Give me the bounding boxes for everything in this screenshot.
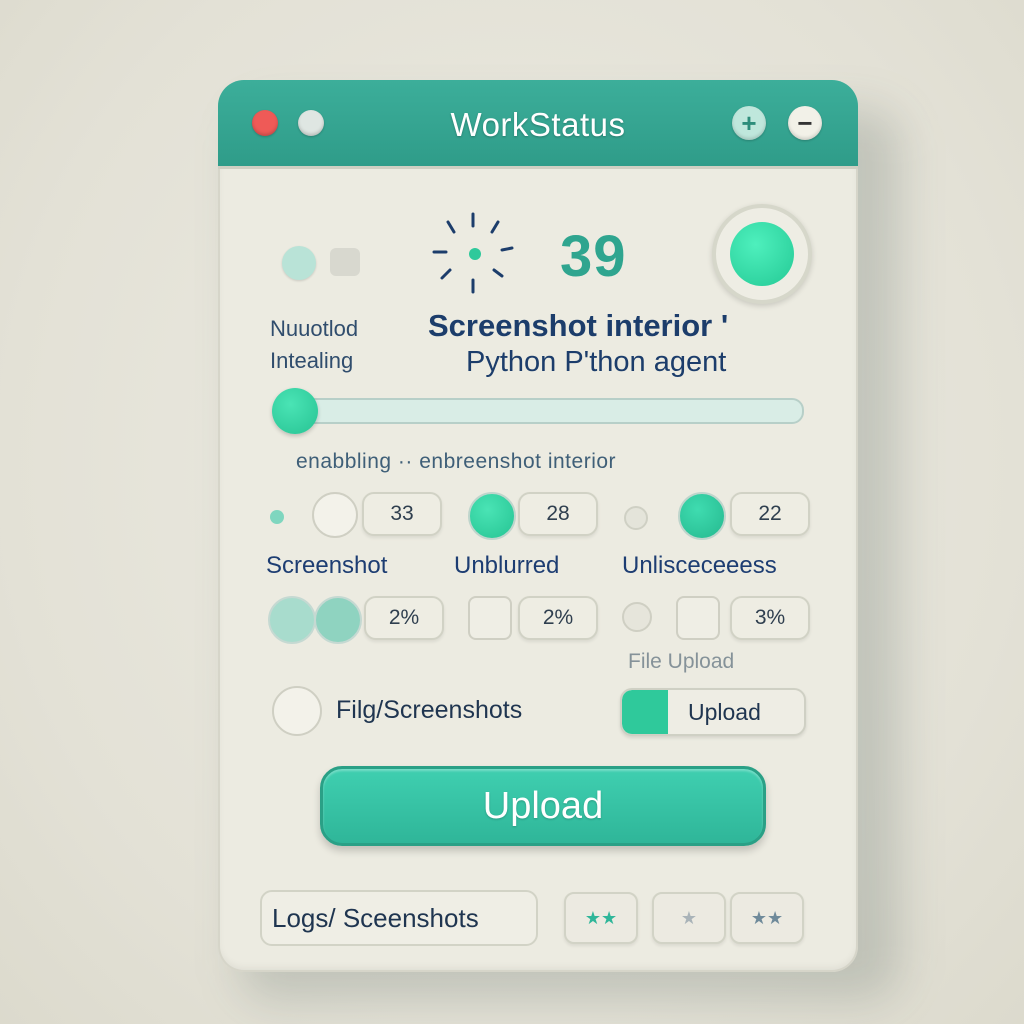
plus-icon[interactable]: +: [732, 106, 766, 140]
checkbox-2[interactable]: [676, 596, 720, 640]
toggle-circle-5[interactable]: [314, 596, 362, 644]
value-pill-5: 2%: [518, 596, 598, 640]
toggle-circle-2[interactable]: [468, 492, 516, 540]
indicator-dot-3: [622, 602, 652, 632]
upload-toggle-segment: [622, 690, 668, 734]
app-window: WorkStatus + − 39 Nuuotlod Intealing Scr…: [218, 80, 858, 972]
status-indicator-button[interactable]: [712, 204, 812, 304]
column-label-unlisc: Unlisceceeess: [622, 552, 777, 579]
value-pill-6: 3%: [730, 596, 810, 640]
value-pill-1: 33: [362, 492, 442, 536]
loading-spinner-icon: [432, 212, 514, 294]
side-label-2: Intealing: [270, 348, 354, 373]
status-subtitle: Python P'thon agent: [466, 346, 727, 378]
file-upload-label: File Upload: [628, 650, 735, 673]
status-title: Screenshot interior ': [428, 308, 729, 343]
star-button-1[interactable]: ★★: [564, 892, 638, 944]
value-pill-3: 22: [730, 492, 810, 536]
column-label-screenshot: Screenshot: [266, 552, 388, 579]
camera-icon: [330, 248, 360, 276]
title-bar: WorkStatus + −: [218, 80, 858, 169]
upload-toggle-label: Upload: [688, 699, 761, 725]
star-button-3[interactable]: ★★: [730, 892, 804, 944]
toggle-circle-3[interactable]: [678, 492, 726, 540]
value-pill-4: 2%: [364, 596, 444, 640]
status-count: 39: [560, 224, 627, 289]
value-pill-2: 28: [518, 492, 598, 536]
toggle-circle-4[interactable]: [268, 596, 316, 644]
minus-icon[interactable]: −: [788, 106, 822, 140]
indicator-dot-2: [624, 506, 648, 530]
slider-caption: enabbling ·· enbreenshot interior: [296, 450, 617, 473]
upload-toggle-button[interactable]: Upload: [620, 688, 806, 736]
toggle-circle-1[interactable]: [312, 492, 358, 538]
checkbox-1[interactable]: [468, 596, 512, 640]
status-light: [730, 222, 794, 286]
file-radio[interactable]: [272, 686, 322, 736]
progress-slider-handle[interactable]: [272, 388, 318, 434]
mini-toggle[interactable]: [282, 246, 316, 280]
side-label-1: Nuuotlod: [270, 316, 359, 341]
indicator-dot: [270, 510, 284, 524]
file-path-label: Filg/Screenshots: [336, 696, 523, 724]
progress-slider-track[interactable]: [276, 398, 804, 424]
logs-screenshots-link[interactable]: Logs/ Sceenshots: [260, 890, 538, 946]
upload-button[interactable]: Upload: [320, 766, 766, 846]
star-button-2[interactable]: ★: [652, 892, 726, 944]
column-label-unblurred: Unblurred: [454, 552, 560, 579]
